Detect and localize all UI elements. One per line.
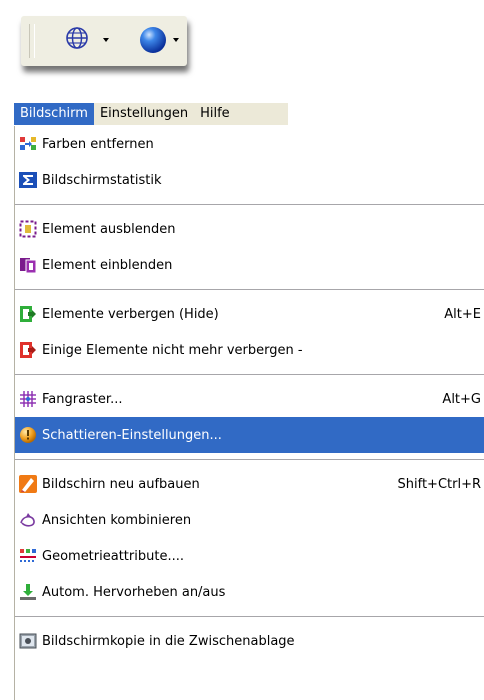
shading-settings-icon [20,427,36,443]
menu-item-schattieren-einstellungen[interactable]: Schattieren-Einstellungen... [15,417,484,453]
menu-item-label: Element ausblenden [42,221,176,237]
menu-item-elemente-verbergen[interactable]: Elemente verbergen (Hide) Alt+E [15,296,484,332]
menu-separator [15,289,484,290]
menu-bildschirm[interactable]: Bildschirm [14,103,94,125]
menu-item-elemente-nicht-verbergen[interactable]: Einige Elemente nicht mehr verbergen - [15,332,484,368]
hide-elements-icon [20,306,36,322]
menu-item-farben-entfernen[interactable]: Farben entfernen [15,126,484,162]
menu-item-label: Bildschirmstatistik [42,172,162,188]
menu-separator [15,204,484,205]
unhide-elements-icon [20,342,36,358]
chevron-down-icon[interactable] [103,38,109,42]
shortcut-label: Shift+Ctrl+R [397,476,482,492]
shortcut-label: Alt+E [444,306,481,322]
menu-item-label: Bildschirmkopie in die Zwischenablage [42,633,295,649]
menu-item-fangraster[interactable]: Fangraster... Alt+G [15,381,484,417]
menu-item-bildschirmkopie[interactable]: Bildschirmkopie in die Zwischenablage [15,623,484,659]
menu-einstellungen[interactable]: Einstellungen [94,103,194,125]
menu-item-label: Fangraster... [42,391,123,407]
menu-item-label: Farben entfernen [42,136,154,152]
bildschirm-dropdown: Farben entfernen Bildschirmstatistik Ele… [14,126,484,700]
geometry-attributes-icon [20,549,36,562]
blue-sphere-icon[interactable] [139,26,167,54]
menu-item-bildschirm-neu-aufbauen[interactable]: Bildschirn neu aufbauen Shift+Ctrl+R [15,466,484,502]
rebuild-screen-icon [19,475,37,493]
menu-item-label: Element einblenden [42,257,173,273]
combine-views-icon [20,513,35,527]
menu-item-autom-hervorheben[interactable]: Autom. Hervorheben an/aus [15,574,484,610]
menu-item-label: Elemente verbergen (Hide) [42,306,219,322]
auto-highlight-icon [20,584,36,600]
menu-item-label: Einige Elemente nicht mehr verbergen - [42,342,303,358]
remove-colors-icon [20,137,36,150]
menu-separator [15,459,484,460]
menu-separator [15,616,484,617]
globe-wireframe-icon[interactable] [65,26,89,50]
menu-item-element-einblenden[interactable]: Element einblenden [15,247,484,283]
chevron-down-icon[interactable] [173,38,179,42]
show-element-icon [20,258,37,274]
menu-item-label: Autom. Hervorheben an/aus [42,584,226,600]
menu-hilfe[interactable]: Hilfe [194,103,236,125]
snap-grid-icon [20,391,36,407]
sigma-icon [19,172,37,188]
clipboard-screenshot-icon [19,633,37,649]
menu-item-geometrieattribute[interactable]: Geometrieattribute.... [15,538,484,574]
menu-item-bildschirmstatistik[interactable]: Bildschirmstatistik [15,162,484,198]
toolbar [21,16,187,66]
toolbar-grip[interactable] [29,24,35,58]
menu-separator [15,374,484,375]
hide-element-icon [19,220,37,238]
menu-item-ansichten-kombinieren[interactable]: Ansichten kombinieren [15,502,484,538]
menu-bar: Bildschirm Einstellungen Hilfe [14,103,288,125]
shortcut-label: Alt+G [442,391,481,407]
menu-item-label: Ansichten kombinieren [42,512,192,528]
menu-item-element-ausblenden[interactable]: Element ausblenden [15,211,484,247]
menu-item-label: Geometrieattribute.... [42,548,184,564]
menu-item-label: Schattieren-Einstellungen... [42,427,222,443]
